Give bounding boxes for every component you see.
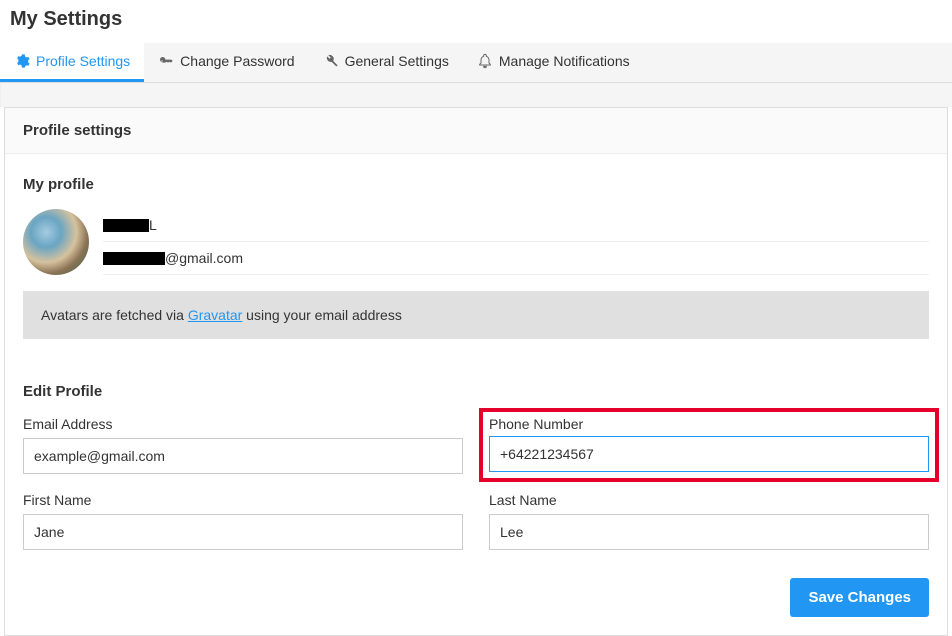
tab-label: Change Password	[180, 53, 294, 69]
first-name-input[interactable]	[23, 514, 463, 550]
profile-name-suffix: L	[149, 217, 157, 233]
my-profile-title: My profile	[23, 176, 929, 193]
tab-label: General Settings	[345, 53, 449, 69]
tab-general-settings[interactable]: General Settings	[309, 43, 463, 82]
phone-label: Phone Number	[489, 416, 929, 432]
tabs-bar: Profile Settings Change Password General…	[0, 43, 952, 83]
profile-row: L @gmail.com	[23, 209, 929, 275]
phone-input[interactable]	[489, 436, 929, 472]
redacted-email	[103, 252, 165, 265]
profile-email-suffix: @gmail.com	[165, 250, 243, 266]
gravatar-link[interactable]: Gravatar	[188, 307, 242, 323]
banner-suffix: using your email address	[242, 307, 402, 323]
panel-body: My profile L @gmail.com Avatars are fetc…	[5, 154, 947, 635]
page-title: My Settings	[0, 0, 952, 43]
avatar	[23, 209, 89, 275]
email-input[interactable]	[23, 438, 463, 474]
banner-prefix: Avatars are fetched via	[41, 307, 188, 323]
phone-highlight: Phone Number	[479, 408, 939, 482]
email-field-wrapper: Email Address	[23, 416, 463, 474]
gravatar-banner: Avatars are fetched via Gravatar using y…	[23, 291, 929, 339]
profile-info: L @gmail.com	[103, 209, 929, 275]
save-button[interactable]: Save Changes	[790, 578, 929, 617]
tab-change-password[interactable]: Change Password	[144, 43, 308, 82]
redacted-name	[103, 219, 149, 232]
email-label: Email Address	[23, 416, 463, 432]
settings-panel: Profile settings My profile L @gmail.com…	[4, 107, 948, 636]
profile-email: @gmail.com	[103, 242, 929, 275]
form-grid: Email Address Phone Number First Name La…	[23, 416, 929, 550]
gear-icon	[14, 53, 30, 69]
phone-field-wrapper: Phone Number	[489, 416, 929, 474]
edit-profile-section: Edit Profile Email Address Phone Number …	[23, 383, 929, 617]
last-name-field-wrapper: Last Name	[489, 492, 929, 550]
bell-icon	[477, 53, 493, 69]
wrench-icon	[323, 53, 339, 69]
spacer	[0, 83, 952, 107]
first-name-label: First Name	[23, 492, 463, 508]
edit-profile-title: Edit Profile	[23, 383, 929, 400]
first-name-field-wrapper: First Name	[23, 492, 463, 550]
tab-profile-settings[interactable]: Profile Settings	[0, 43, 144, 82]
key-icon	[158, 53, 174, 69]
last-name-label: Last Name	[489, 492, 929, 508]
tab-label: Manage Notifications	[499, 53, 630, 69]
tab-manage-notifications[interactable]: Manage Notifications	[463, 43, 644, 82]
tab-label: Profile Settings	[36, 53, 130, 69]
button-row: Save Changes	[23, 578, 929, 617]
panel-header: Profile settings	[5, 108, 947, 154]
last-name-input[interactable]	[489, 514, 929, 550]
profile-name: L	[103, 209, 929, 242]
